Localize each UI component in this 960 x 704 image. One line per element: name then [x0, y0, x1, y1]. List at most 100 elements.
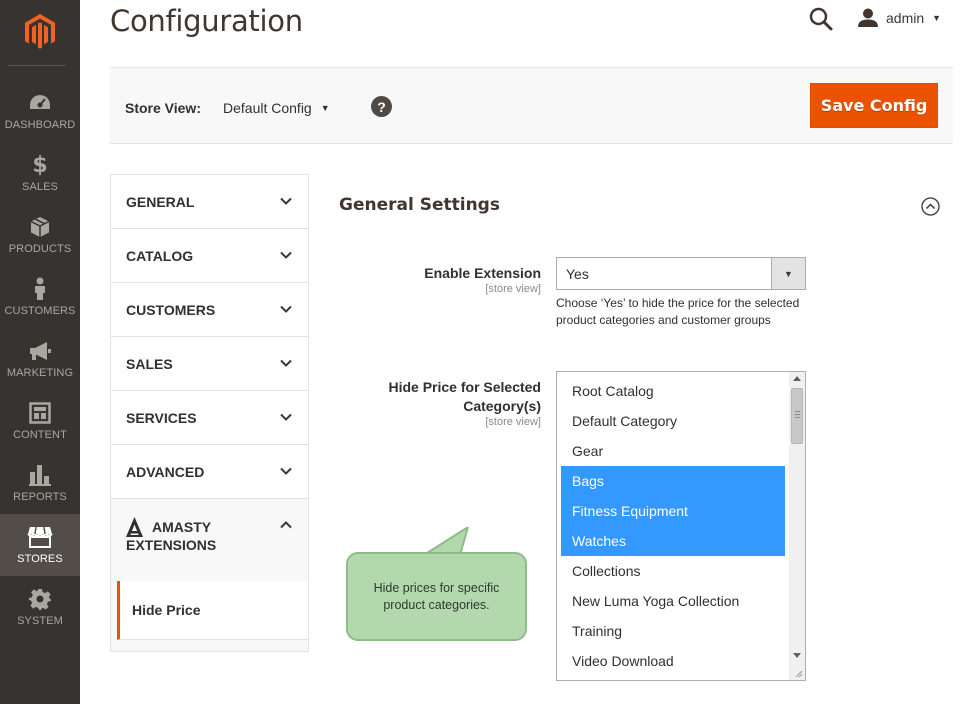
logo-divider: [8, 65, 66, 66]
callout-text: Hide prices for specific product categor…: [373, 580, 500, 612]
chevron-down-icon: [280, 413, 292, 421]
category-option-selected[interactable]: Watches: [561, 526, 785, 556]
tab-sales[interactable]: SALES: [111, 337, 308, 391]
resize-handle-icon[interactable]: [795, 670, 803, 678]
nav-reports[interactable]: REPORTS: [0, 452, 80, 514]
store-view-value: Default Config: [223, 100, 312, 116]
scrollbar-thumb[interactable]: [791, 388, 803, 444]
enable-extension-scope: [store view]: [485, 283, 541, 295]
nav-marketing-label: MARKETING: [6, 367, 74, 379]
category-option-selected[interactable]: Fitness Equipment: [561, 496, 785, 526]
megaphone-icon: [28, 339, 52, 363]
categories-scrollbar[interactable]: [789, 372, 805, 680]
tab-advanced[interactable]: ADVANCED: [111, 445, 308, 499]
nav-products[interactable]: PRODUCTS: [0, 204, 80, 266]
category-option[interactable]: Video Download: [561, 646, 785, 676]
chevron-up-circle-icon: [921, 197, 940, 216]
nav-dashboard[interactable]: DASHBOARD: [0, 80, 80, 142]
chevron-down-icon: ▼: [771, 258, 805, 289]
nav-customers-label: CUSTOMERS: [4, 305, 76, 317]
nav-sales-label: SALES: [22, 181, 58, 193]
tab-amasty-label-line2: EXTENSIONS: [126, 537, 217, 553]
tab-catalog-label: CATALOG: [126, 247, 194, 264]
chevron-down-icon: [280, 197, 292, 205]
dollar-icon: $: [32, 152, 48, 178]
magento-logo[interactable]: [0, 0, 80, 64]
chevron-down-icon: [280, 251, 292, 259]
store-view-switcher[interactable]: Default Config ▼: [223, 100, 330, 116]
admin-username: admin: [886, 10, 925, 26]
nav-content-label: CONTENT: [13, 429, 67, 441]
gear-icon: [29, 587, 51, 611]
amasty-subtabs: Hide Price: [111, 572, 308, 651]
storefront-icon: [27, 525, 53, 549]
magento-logo-icon: [25, 14, 55, 49]
scroll-down-arrow-icon[interactable]: [793, 653, 801, 658]
section-collapse-button[interactable]: [921, 197, 940, 216]
nav-system[interactable]: SYSTEM: [0, 576, 80, 638]
nav-marketing[interactable]: MARKETING: [0, 328, 80, 390]
store-view-bar: Store View: Default Config ▼ ? Save Conf…: [110, 67, 953, 144]
nav-dashboard-label: DASHBOARD: [4, 119, 76, 131]
tab-general-label: GENERAL: [126, 193, 195, 210]
help-icon[interactable]: ?: [371, 96, 392, 117]
category-option[interactable]: Collections: [561, 556, 785, 586]
category-option[interactable]: Root Catalog: [561, 376, 785, 406]
store-view-label: Store View:: [125, 100, 201, 116]
admin-user-menu[interactable]: admin ▼: [857, 8, 941, 28]
enable-extension-note: Choose ‘Yes’ to hide the price for the s…: [556, 296, 800, 327]
subtab-hide-price[interactable]: Hide Price: [117, 581, 308, 640]
category-option[interactable]: Training: [561, 616, 785, 646]
section-title: General Settings: [339, 195, 500, 215]
nav-customers[interactable]: CUSTOMERS: [0, 266, 80, 328]
admin-sidebar: DASHBOARD $ SALES PRODUCTS CUSTOMERS MAR…: [0, 0, 80, 704]
tab-catalog[interactable]: CATALOG: [111, 229, 308, 283]
tab-amasty-label-line1: AMASTY: [152, 518, 212, 535]
dashboard-icon: [29, 91, 51, 115]
global-search-button[interactable]: [808, 6, 834, 32]
tab-customers[interactable]: CUSTOMERS: [111, 283, 308, 337]
chevron-down-icon: [280, 305, 292, 313]
categories-label: Hide Price for Selected Category(s): [360, 378, 541, 416]
person-icon: [33, 277, 47, 301]
nav-reports-label: REPORTS: [13, 491, 67, 503]
callout-tooltip: Hide prices for specific product categor…: [346, 552, 527, 641]
config-tabs: GENERAL CATALOG CUSTOMERS SALES SERVICES…: [110, 174, 309, 652]
category-option[interactable]: New Luma Yoga Collection: [561, 586, 785, 616]
nav-stores-label: STORES: [17, 553, 63, 565]
save-config-button[interactable]: Save Config: [810, 83, 938, 128]
chevron-down-icon: ▼: [320, 103, 330, 113]
chevron-down-icon: [280, 359, 292, 367]
scroll-up-arrow-icon[interactable]: [793, 376, 801, 381]
amasty-logo-icon: [126, 517, 143, 537]
page-title: Configuration: [110, 4, 303, 38]
tab-general[interactable]: GENERAL: [111, 175, 308, 229]
bar-chart-icon: [29, 463, 51, 487]
enable-extension-label: Enable Extension: [424, 265, 541, 281]
enable-extension-value: Yes: [566, 266, 589, 282]
tab-advanced-label: ADVANCED: [126, 463, 205, 480]
user-icon: [858, 8, 878, 27]
nav-products-label: PRODUCTS: [8, 243, 72, 255]
nav-sales[interactable]: $ SALES: [0, 142, 80, 204]
box-icon: [30, 215, 50, 239]
enable-extension-select[interactable]: Yes ▼: [556, 257, 806, 290]
chevron-down-icon: [280, 467, 292, 475]
nav-content[interactable]: CONTENT: [0, 390, 80, 452]
category-option-selected[interactable]: Bags: [561, 466, 785, 496]
nav-system-label: SYSTEM: [17, 615, 63, 627]
layout-icon: [29, 401, 51, 425]
category-option[interactable]: Default Category: [561, 406, 785, 436]
tab-amasty-extensions[interactable]: AMASTY EXTENSIONS: [111, 499, 308, 573]
tab-services-label: SERVICES: [126, 409, 197, 426]
categories-multiselect[interactable]: Root Catalog Default Category Gear Bags …: [556, 371, 806, 681]
tab-customers-label: CUSTOMERS: [126, 301, 216, 318]
tab-services[interactable]: SERVICES: [111, 391, 308, 445]
category-option[interactable]: Gear: [561, 436, 785, 466]
callout-tail: [422, 527, 472, 555]
categories-label-line1: Hide Price for Selected: [388, 379, 541, 395]
tab-sales-label: SALES: [126, 355, 173, 372]
nav-stores[interactable]: STORES: [0, 514, 80, 576]
categories-scope: [store view]: [485, 416, 541, 428]
categories-label-line2: Category(s): [463, 398, 541, 414]
